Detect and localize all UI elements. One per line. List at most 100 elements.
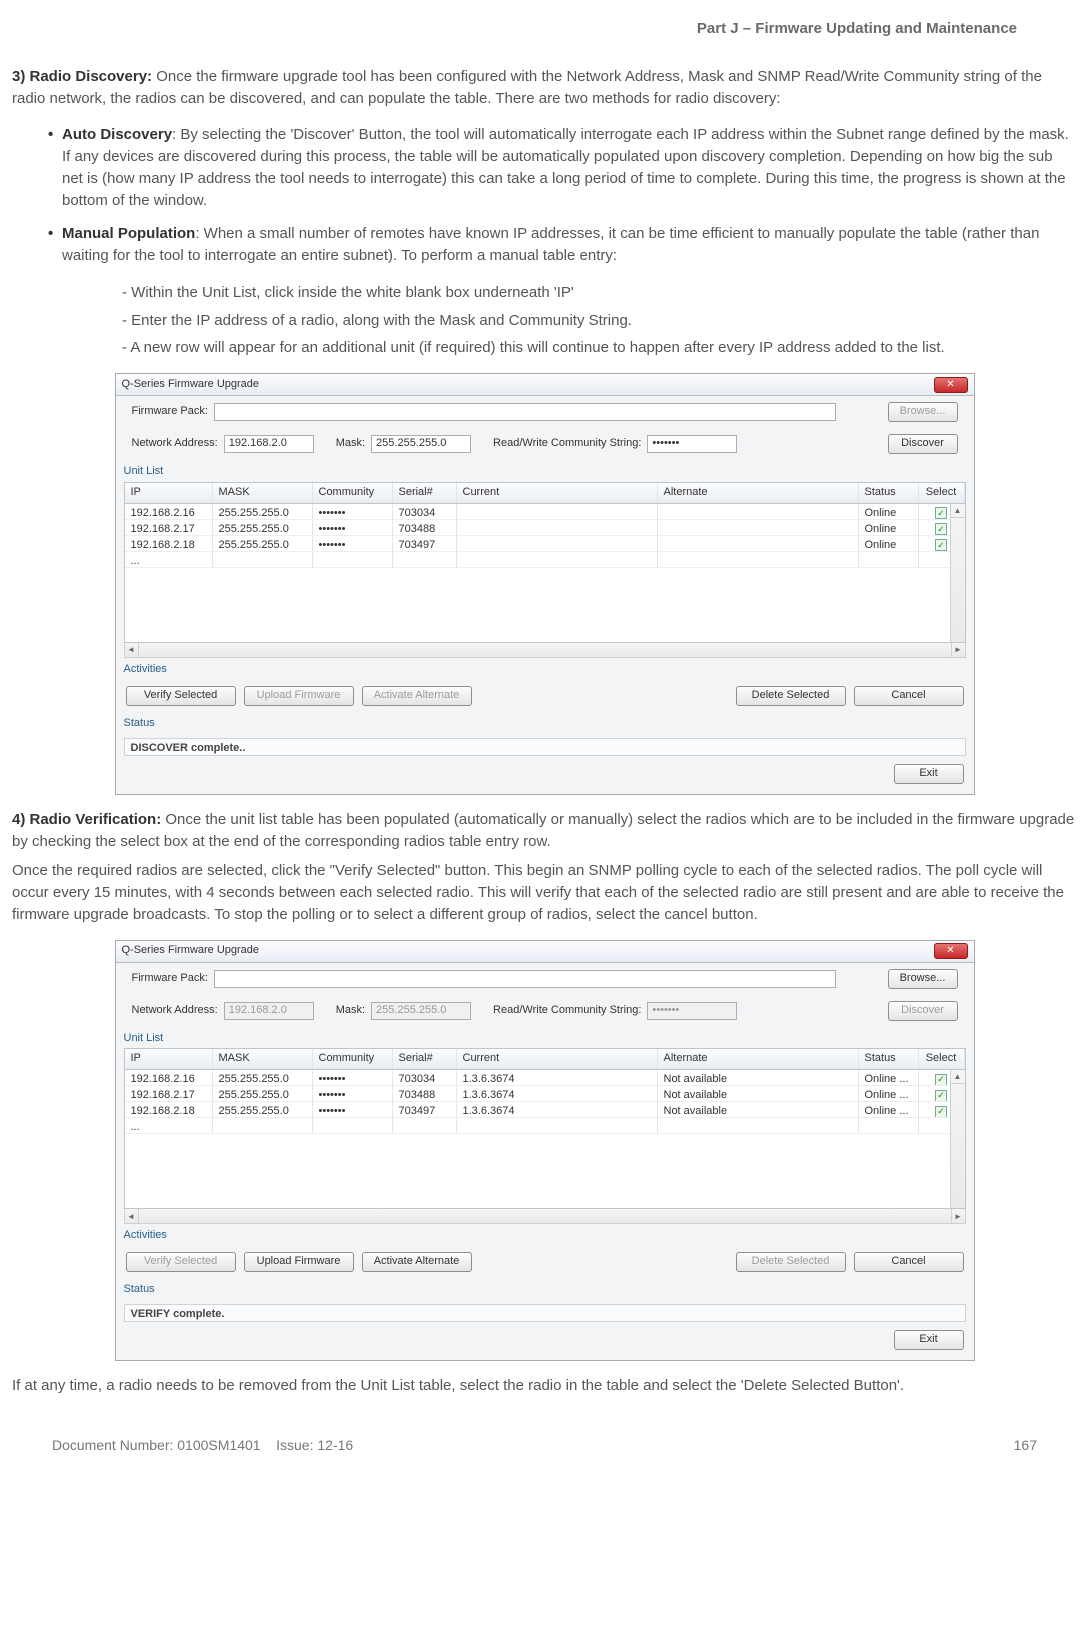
cell	[658, 536, 859, 551]
scroll-up-icon[interactable]: ▲	[951, 504, 965, 518]
exit-button[interactable]: Exit	[894, 764, 964, 784]
cell: 192.168.2.17	[125, 1086, 213, 1101]
cell	[658, 1118, 859, 1133]
community-string-label: Read/Write Community String:	[493, 1003, 641, 1019]
scroll-right-icon[interactable]: ►	[951, 643, 965, 657]
cell	[393, 552, 457, 567]
table-row[interactable]: 192.168.2.17255.255.255.0•••••••7034881.…	[125, 1086, 965, 1102]
col-alternate: Alternate	[658, 483, 859, 503]
firmware-pack-input[interactable]	[214, 970, 836, 988]
cell: 703497	[393, 1102, 457, 1117]
select-checkbox[interactable]: ✓	[935, 507, 947, 519]
community-string-label: Read/Write Community String:	[493, 436, 641, 452]
upload-firmware-button[interactable]: Upload Firmware	[244, 1252, 354, 1272]
scroll-up-icon[interactable]: ▲	[951, 1070, 965, 1084]
col-serial: Serial#	[393, 1049, 457, 1069]
select-checkbox[interactable]: ✓	[935, 539, 947, 551]
cell: 703034	[393, 504, 457, 519]
vertical-scrollbar[interactable]: ▲	[950, 1070, 965, 1208]
cell: 255.255.255.0	[213, 520, 313, 535]
sec3-intro: 3) Radio Discovery: Once the firmware up…	[12, 66, 1077, 110]
cell: •••••••	[313, 504, 393, 519]
cell: 703488	[393, 1086, 457, 1101]
cell: •••••••	[313, 536, 393, 551]
table-row[interactable]: 192.168.2.17255.255.255.0•••••••703488On…	[125, 520, 965, 536]
col-select: Select	[919, 483, 965, 503]
cell: ...	[125, 1118, 213, 1133]
horizontal-scrollbar[interactable]: ◄►	[124, 643, 966, 658]
verify-selected-button[interactable]: Verify Selected	[126, 686, 236, 706]
community-string-input[interactable]: •••••••	[647, 435, 737, 453]
cell	[457, 536, 658, 551]
firmware-pack-input[interactable]	[214, 403, 836, 421]
cell: Online ...	[859, 1086, 919, 1101]
horizontal-scrollbar[interactable]: ◄►	[124, 1209, 966, 1224]
select-checkbox[interactable]: ✓	[935, 1074, 947, 1086]
col-serial: Serial#	[393, 483, 457, 503]
firmware-pack-label: Firmware Pack:	[132, 404, 208, 420]
app-window-1: Q-Series Firmware Upgrade ✕ Firmware Pac…	[115, 373, 975, 795]
cell	[213, 1118, 313, 1133]
cancel-button[interactable]: Cancel	[854, 1252, 964, 1272]
table-row[interactable]: ...	[125, 1118, 965, 1134]
cell: 255.255.255.0	[213, 504, 313, 519]
table-row[interactable]: 192.168.2.18255.255.255.0•••••••7034971.…	[125, 1102, 965, 1118]
cancel-button[interactable]: Cancel	[854, 686, 964, 706]
vertical-scrollbar[interactable]: ▲	[950, 504, 965, 642]
col-current: Current	[457, 1049, 658, 1069]
activate-alternate-button: Activate Alternate	[362, 686, 472, 706]
exit-button[interactable]: Exit	[894, 1330, 964, 1350]
network-address-input[interactable]: 192.168.2.0	[224, 435, 314, 453]
screenshot-verify: Q-Series Firmware Upgrade ✕ Firmware Pac…	[12, 940, 1077, 1362]
close-icon[interactable]: ✕	[934, 943, 968, 959]
col-ip: IP	[125, 483, 213, 503]
cell	[457, 504, 658, 519]
cell: 192.168.2.17	[125, 520, 213, 535]
col-community: Community	[313, 1049, 393, 1069]
cell: 255.255.255.0	[213, 536, 313, 551]
discover-button[interactable]: Discover	[888, 434, 958, 454]
select-checkbox[interactable]: ✓	[935, 1090, 947, 1102]
scroll-left-icon[interactable]: ◄	[125, 643, 139, 657]
select-checkbox[interactable]: ✓	[935, 1106, 947, 1118]
col-status: Status	[859, 483, 919, 503]
table-row[interactable]: ...	[125, 552, 965, 568]
dash-step-2: - Enter the IP address of a radio, along…	[122, 310, 1077, 332]
delete-selected-button: Delete Selected	[736, 1252, 846, 1272]
table-row[interactable]: 192.168.2.16255.255.255.0•••••••703034On…	[125, 504, 965, 520]
discover-button: Discover	[888, 1001, 958, 1021]
sec4-p2: Once the required radios are selected, c…	[12, 860, 1077, 925]
cell: 192.168.2.16	[125, 1070, 213, 1085]
grid-header: IP MASK Community Serial# Current Altern…	[125, 1049, 965, 1070]
footer-issue: Issue: 12-16	[276, 1437, 353, 1453]
scroll-right-icon[interactable]: ►	[951, 1209, 965, 1223]
cell: 703034	[393, 1070, 457, 1085]
cell: •••••••	[313, 1070, 393, 1085]
browse-button[interactable]: Browse...	[888, 402, 958, 422]
cell	[658, 504, 859, 519]
scroll-left-icon[interactable]: ◄	[125, 1209, 139, 1223]
cell	[213, 552, 313, 567]
cell: Not available	[658, 1102, 859, 1117]
table-row[interactable]: 192.168.2.18255.255.255.0•••••••703497On…	[125, 536, 965, 552]
footer-docnum: Document Number: 0100SM1401	[52, 1437, 261, 1453]
network-address-label: Network Address:	[132, 436, 218, 452]
mask-input[interactable]: 255.255.255.0	[371, 435, 471, 453]
select-checkbox[interactable]: ✓	[935, 523, 947, 535]
browse-button[interactable]: Browse...	[888, 969, 958, 989]
delete-selected-button[interactable]: Delete Selected	[736, 686, 846, 706]
col-select: Select	[919, 1049, 965, 1069]
cell: •••••••	[313, 1086, 393, 1101]
activate-alternate-button[interactable]: Activate Alternate	[362, 1252, 472, 1272]
cell: 703488	[393, 520, 457, 535]
cell: 192.168.2.18	[125, 536, 213, 551]
mask-input: 255.255.255.0	[371, 1002, 471, 1020]
col-mask: MASK	[213, 1049, 313, 1069]
network-address-input: 192.168.2.0	[224, 1002, 314, 1020]
cell: Online	[859, 504, 919, 519]
network-address-label: Network Address:	[132, 1003, 218, 1019]
table-row[interactable]: 192.168.2.16255.255.255.0•••••••7030341.…	[125, 1070, 965, 1086]
status-label: Status	[116, 712, 974, 734]
firmware-pack-label: Firmware Pack:	[132, 971, 208, 987]
close-icon[interactable]: ✕	[934, 377, 968, 393]
